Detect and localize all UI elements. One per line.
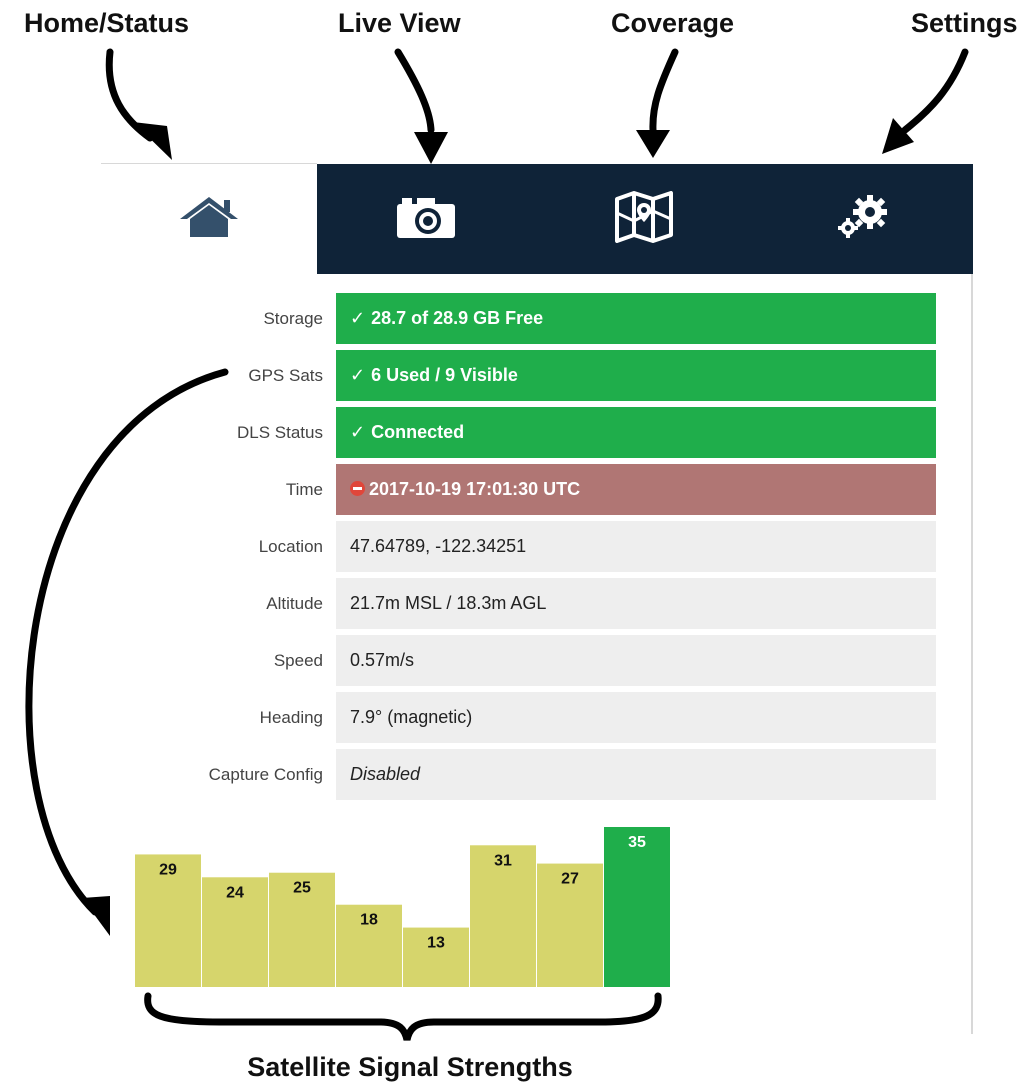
signal-bar-label: 18: [360, 912, 378, 929]
signal-bar-label: 24: [226, 884, 244, 901]
signal-bar-label: 25: [293, 880, 311, 897]
signals-caption: Satellite Signal Strengths: [247, 1052, 573, 1082]
signal-bar-label: 31: [494, 852, 512, 869]
signal-bar-label: 29: [159, 861, 177, 878]
signal-bar-label: 27: [561, 871, 579, 888]
signal-bar-label: 13: [427, 935, 445, 952]
satellite-signal-chart: 29 24 25 18 13 31 27 35: [135, 827, 670, 987]
signal-bar: [604, 827, 670, 987]
signal-bar-label: 35: [628, 834, 646, 851]
